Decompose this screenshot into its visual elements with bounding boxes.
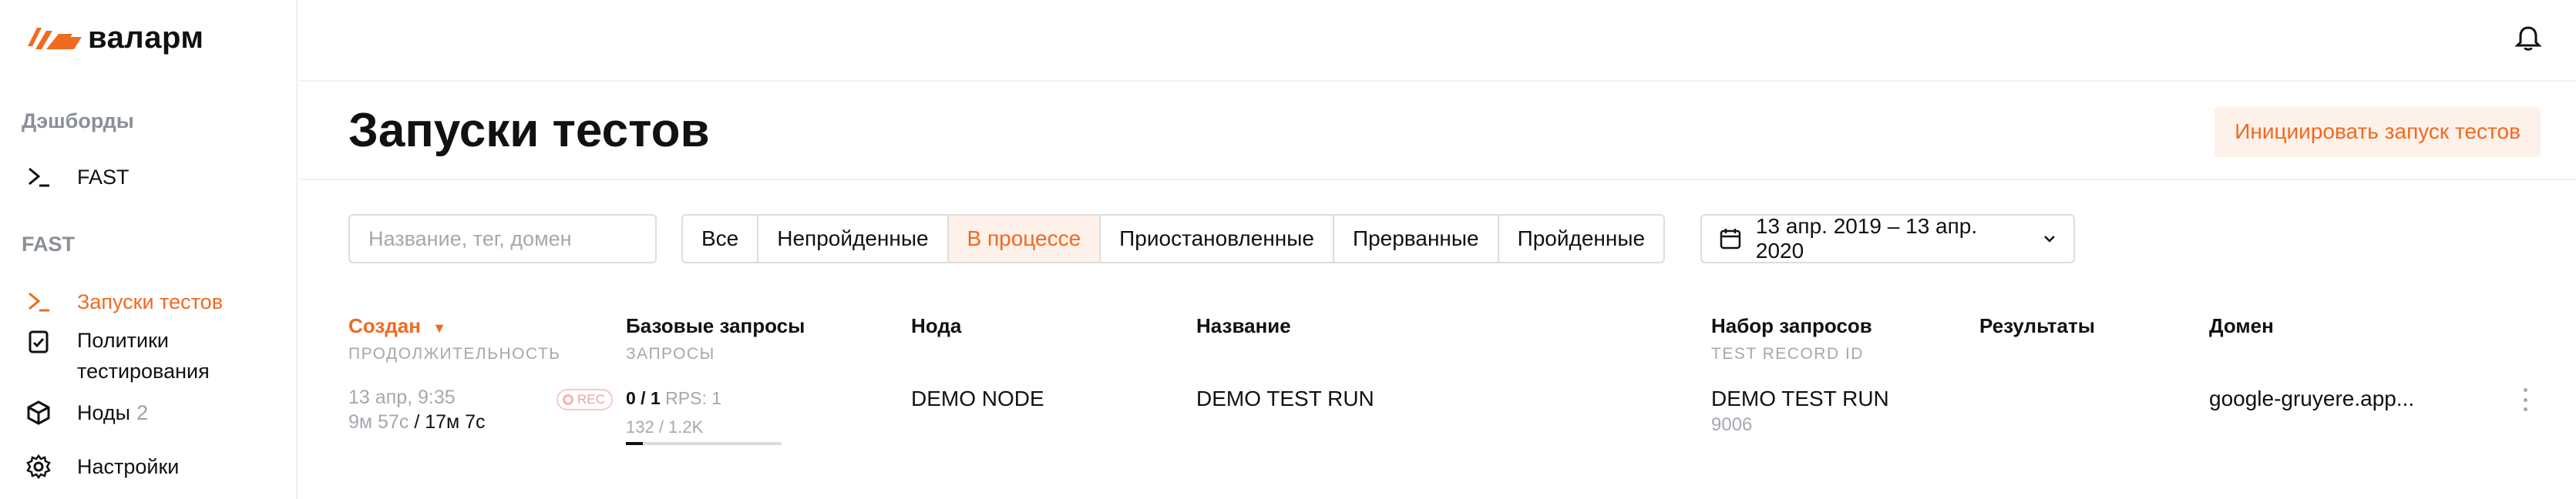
column-header-record-set: Набор запросов (1711, 314, 1872, 337)
date-range-value: 13 апр. 2019 – 13 апр. 2020 (1755, 214, 1978, 263)
rps-value: RPS: 1 (665, 388, 722, 408)
tab-paused[interactable]: Приостановленные (1101, 216, 1334, 262)
column-header-base-requests: Базовые запросы (626, 314, 805, 337)
sort-desc-icon: ▼ (432, 320, 446, 336)
sidebar: валарм Дэшборды FAST FAST Запуски тестов… (0, 0, 298, 499)
search-input[interactable] (348, 214, 657, 263)
brand-logo[interactable]: валарм (26, 21, 204, 55)
tab-interrupted[interactable]: Прерванные (1333, 216, 1499, 262)
test-run-name: DEMO TEST RUN (1196, 387, 1374, 410)
page-title: Запуски тестов (348, 104, 710, 157)
sidebar-item-settings[interactable]: Настройки (22, 450, 179, 484)
node-name: DEMO NODE (911, 387, 1044, 410)
date-range-picker[interactable]: 13 апр. 2019 – 13 апр. 2020 (1700, 214, 2075, 263)
created-date: 13 апр, 9:35 (348, 387, 456, 408)
hexagon-nodes-icon (22, 396, 55, 430)
sidebar-item-label: Политики тестирования (77, 329, 210, 383)
chevron-down-icon (2044, 236, 2055, 243)
column-title: Создан (348, 314, 421, 337)
rec-badge-label: REC (577, 392, 605, 407)
duration: 9м 57с / 17м 7с (348, 411, 486, 434)
row-menu-kebab-icon[interactable] (2522, 388, 2528, 411)
sidebar-item-fast-dashboard[interactable]: FAST (22, 160, 129, 194)
record-dot-icon (563, 394, 573, 405)
column-subheader-requests: ЗАПРОСЫ (626, 345, 715, 363)
column-subheader-record-id: TEST RECORD ID (1711, 345, 1864, 363)
sidebar-item-label: Настройки (77, 455, 180, 478)
top-bar (299, 0, 2576, 82)
sidebar-item-test-policies[interactable]: Политики тестирования (22, 325, 247, 387)
column-header-created[interactable]: Создан ▼ (348, 314, 446, 338)
terminal-icon (22, 285, 55, 319)
sidebar-item-label: Ноды (77, 401, 131, 424)
sidebar-section-fast: FAST (22, 233, 76, 256)
duration-total: / 17м 7с (414, 411, 486, 433)
domain-value: google-gruyere.app... (2209, 387, 2415, 410)
tab-failed[interactable]: Непройденные (758, 216, 949, 262)
tab-in-progress[interactable]: В процессе (948, 216, 1101, 262)
sidebar-section-dashboards: Дэшборды (22, 109, 134, 132)
record-id: 9006 (1711, 414, 1753, 435)
column-header-domain: Домен (2209, 314, 2274, 337)
column-header-node: Нода (911, 314, 962, 337)
requests-progress-fill (626, 442, 644, 445)
base-requests: 0 / 1 RPS: 1 (626, 388, 721, 409)
status-filter-tabs: Все Непройденные В процессе Приостановле… (681, 214, 1666, 263)
column-subheader-duration: ПРОДОЛЖИТЕЛЬНОСТЬ (348, 345, 561, 363)
base-requests-value: 0 / 1 (626, 388, 661, 408)
wallarm-logo-icon (28, 28, 82, 49)
duration-elapsed: 9м 57с (348, 411, 409, 433)
sidebar-item-label: FAST (77, 166, 129, 189)
gear-icon (22, 450, 55, 484)
sidebar-item-nodes[interactable]: Ноды 2 (22, 396, 148, 430)
header-divider (299, 179, 2576, 180)
calendar-icon (1720, 229, 1741, 250)
tab-all[interactable]: Все (683, 216, 759, 262)
record-set-name: DEMO TEST RUN (1711, 387, 1889, 410)
sidebar-item-test-runs[interactable]: Запуски тестов (22, 285, 223, 319)
column-header-name: Название (1196, 314, 1291, 337)
requests-progress-bar (626, 442, 782, 445)
nodes-count-badge: 2 (136, 400, 149, 424)
requests-count: 132 / 1.2K (626, 417, 704, 437)
bell-icon[interactable] (2513, 23, 2544, 54)
tab-passed[interactable]: Пройденные (1498, 216, 1664, 262)
sidebar-item-label: Запуски тестов (77, 290, 224, 313)
column-header-results: Результаты (1979, 314, 2095, 337)
brand-name: валарм (88, 21, 204, 55)
init-test-run-button[interactable]: Инициировать запуск тестов (2214, 106, 2541, 157)
checklist-icon (22, 325, 55, 359)
terminal-icon (22, 160, 55, 194)
rec-badge: REC (557, 389, 613, 410)
